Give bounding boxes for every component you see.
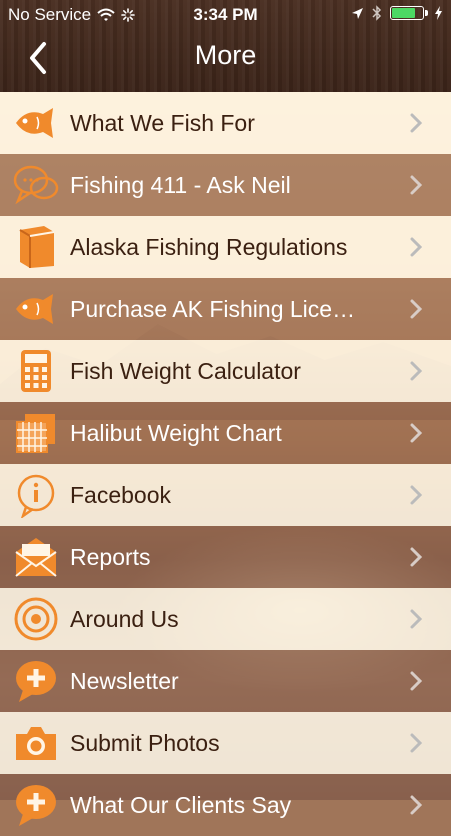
charging-bolt-icon bbox=[435, 6, 442, 20]
battery-icon bbox=[390, 6, 428, 20]
calculator-icon bbox=[12, 347, 60, 395]
chevron-right-icon bbox=[410, 237, 423, 257]
menu-item-what-we-fish-for[interactable]: What We Fish For bbox=[0, 92, 451, 154]
fish-icon bbox=[12, 99, 60, 147]
menu-item-newsletter[interactable]: Newsletter bbox=[0, 650, 451, 712]
plus-bubble-icon bbox=[12, 657, 60, 705]
menu-item-alaska-fishing-regulations[interactable]: Alaska Fishing Regulations bbox=[0, 216, 451, 278]
menu-item-reports[interactable]: Reports bbox=[0, 526, 451, 588]
status-bar: No Service 3:34 PM bbox=[0, 0, 451, 30]
chevron-right-icon bbox=[410, 361, 423, 381]
chart-icon bbox=[12, 409, 60, 457]
info-bubble-icon bbox=[12, 471, 60, 519]
chevron-right-icon bbox=[410, 609, 423, 629]
plus-bubble-icon bbox=[12, 781, 60, 829]
battery-level-fill bbox=[392, 8, 415, 18]
chevron-right-icon bbox=[410, 175, 423, 195]
menu-item-label: Alaska Fishing Regulations bbox=[70, 233, 348, 260]
chevron-right-icon bbox=[410, 671, 423, 691]
fish-icon bbox=[12, 285, 60, 333]
chevron-right-icon bbox=[410, 733, 423, 753]
book-icon bbox=[12, 223, 60, 271]
chevron-right-icon bbox=[410, 113, 423, 133]
menu-item-label: Reports bbox=[70, 543, 151, 570]
menu-item-what-our-clients-say[interactable]: What Our Clients Say bbox=[0, 774, 451, 836]
status-right bbox=[351, 5, 443, 21]
menu-item-fish-weight-calculator[interactable]: Fish Weight Calculator bbox=[0, 340, 451, 402]
chat-bubbles-icon bbox=[12, 161, 60, 209]
menu-item-label: What We Fish For bbox=[70, 109, 255, 136]
chevron-right-icon bbox=[410, 795, 423, 815]
chevron-right-icon bbox=[410, 485, 423, 505]
top-bar: No Service 3:34 PM More bbox=[0, 0, 451, 92]
menu-item-halibut-weight-chart[interactable]: Halibut Weight Chart bbox=[0, 402, 451, 464]
chevron-right-icon bbox=[410, 299, 423, 319]
menu-item-label: Purchase AK Fishing Lice… bbox=[70, 295, 356, 322]
camera-icon bbox=[12, 719, 60, 767]
menu-item-label: Halibut Weight Chart bbox=[70, 419, 282, 446]
bluetooth-icon bbox=[372, 5, 382, 21]
menu-item-fishing-411[interactable]: Fishing 411 - Ask Neil bbox=[0, 154, 451, 216]
page-title: More bbox=[194, 40, 257, 70]
menu-item-purchase-ak-fishing-license[interactable]: Purchase AK Fishing Lice… bbox=[0, 278, 451, 340]
menu-item-facebook[interactable]: Facebook bbox=[0, 464, 451, 526]
menu-item-submit-photos[interactable]: Submit Photos bbox=[0, 712, 451, 774]
menu-item-label: What Our Clients Say bbox=[70, 791, 292, 818]
chevron-right-icon bbox=[410, 423, 423, 443]
menu-item-label: Fishing 411 - Ask Neil bbox=[70, 171, 291, 198]
more-menu-list: What We Fish For Fishing 411 - Ask Neil … bbox=[0, 92, 451, 836]
menu-item-around-us[interactable]: Around Us bbox=[0, 588, 451, 650]
target-icon bbox=[12, 595, 60, 643]
location-arrow-icon bbox=[352, 7, 363, 19]
envelope-icon bbox=[12, 533, 60, 581]
menu-item-label: Facebook bbox=[70, 481, 172, 508]
menu-item-label: Submit Photos bbox=[70, 729, 220, 756]
chevron-right-icon bbox=[410, 547, 423, 567]
menu-item-label: Around Us bbox=[70, 605, 179, 632]
menu-item-label: Newsletter bbox=[70, 667, 179, 694]
menu-item-label: Fish Weight Calculator bbox=[70, 357, 301, 384]
